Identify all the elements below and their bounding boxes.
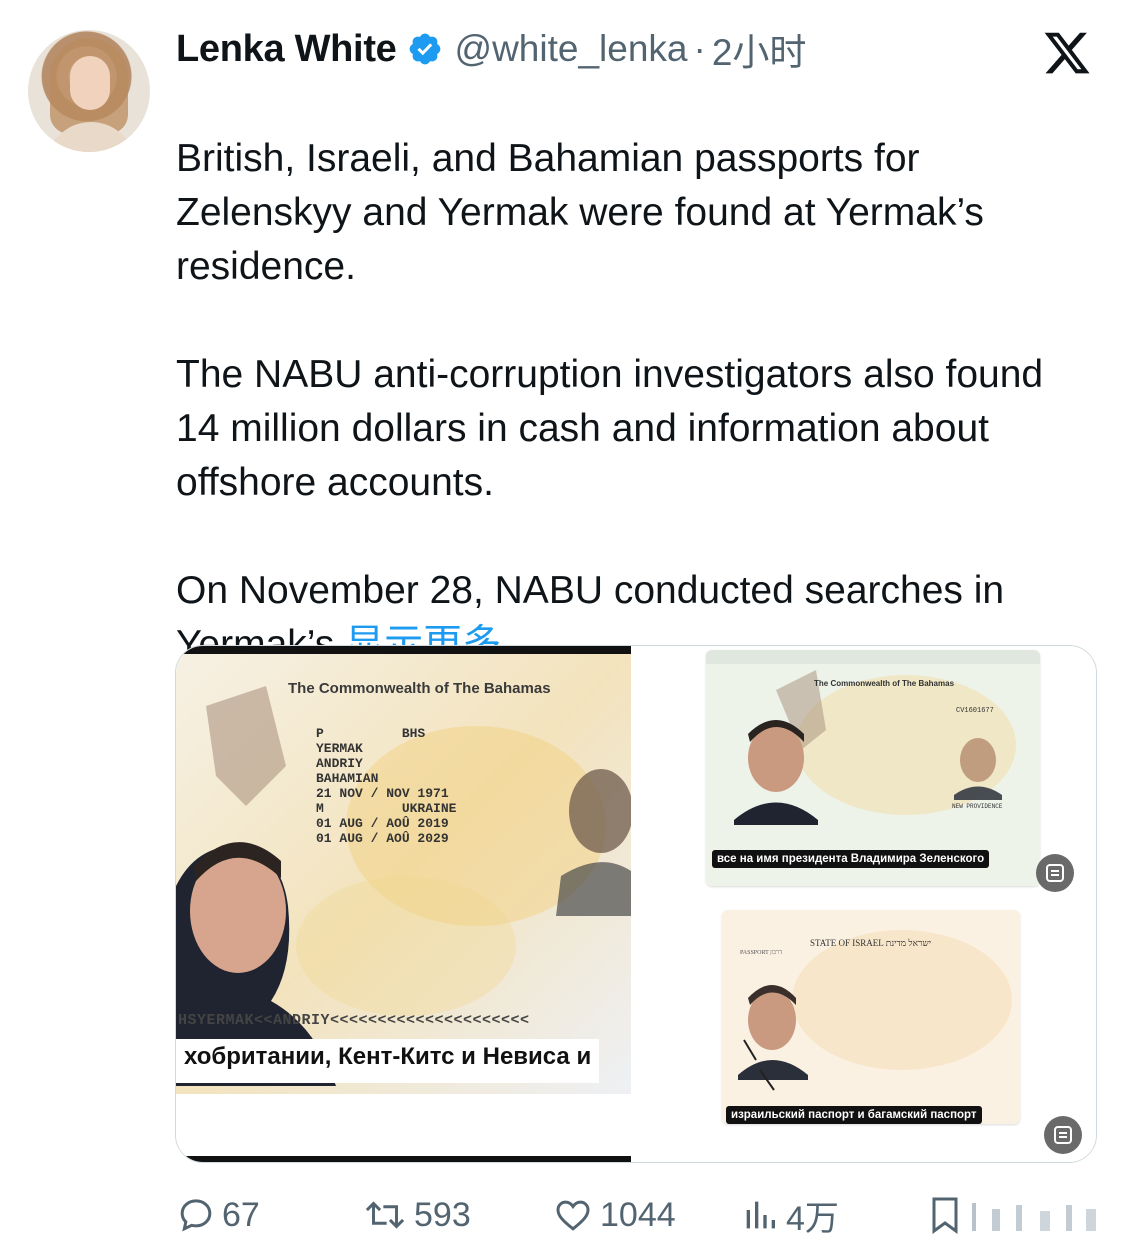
share-icon [972,1203,976,1231]
scan-glyph-icon [1046,864,1064,882]
tweet-timestamp[interactable]: 2小时 [712,22,807,76]
passport-mrz-left: HSYERMAK<<ANDRIY<<<<<<<<<<<<<<<<<<<<< [178,1012,530,1029]
media-image-left[interactable]: The Commonwealth of The Bahamas P BHS YE… [176,646,631,1162]
reply-icon [180,1199,212,1232]
bookmark-share-icons[interactable] [930,1195,1105,1235]
author-avatar[interactable] [28,30,150,152]
avatar-face [70,56,110,110]
passport-label-right-bottom: PASSPORT דרכון [740,950,782,956]
passport-title-right-bottom: STATE OF ISRAEL ישראל מדינת [810,938,931,948]
ukraine-flag-icon [176,89,224,121]
paragraph-1-text: British, Israeli, and Bahamian passports… [176,137,984,288]
israel-passport-thumbnail: STATE OF ISRAEL ישראל מדינת PASSPORT דרכ… [722,910,1020,1124]
video-caption-right-bottom: израильский паспорт и багамский паспорт [726,1106,982,1124]
video-caption-right-top: все на имя президента Владимира Зеленско… [712,850,990,868]
passport-number-right-top: CV1601677 [956,707,994,715]
media-image-right[interactable]: The Commonwealth of The Bahamas CV160167… [634,646,1096,1162]
passport-place-right-top: NEW PROVIDENCE [952,803,1003,810]
bahamas-passport-thumbnail: The Commonwealth of The Bahamas CV160167… [706,650,1040,886]
author-handle[interactable]: @white_lenka [455,28,688,70]
tweet-text: British, Israeli, and Bahamian passports… [176,78,1096,672]
israel-passport-graphic: STATE OF ISRAEL ישראל מדינת PASSPORT דרכ… [722,910,1020,1124]
author-name[interactable]: Lenka White [176,28,397,71]
tweet-media[interactable]: The Commonwealth of The Bahamas P BHS YE… [175,645,1097,1163]
like-button[interactable]: 1044 [552,1190,676,1240]
bahamas-passport-photo [176,646,631,1162]
verified-badge-icon [409,33,440,65]
tweet-header: Lenka White @white_lenka · 2小时 [176,24,806,74]
video-caption-left: хобритании, Кент-Китс и Невиса и [176,1039,600,1083]
x-logo-icon[interactable] [1040,28,1094,78]
passport-fields-left: P BHS YERMAK ANDRIY BAHAMIAN 21 NOV / NO… [316,726,457,846]
like-count: 1044 [600,1195,676,1234]
retweet-button[interactable]: 593 [362,1190,471,1240]
passport-title-left: The Commonwealth of The Bahamas [288,680,551,697]
tweet-paragraph-1 [176,78,1096,132]
reply-button[interactable]: 67 [176,1190,260,1240]
scan-text-icon-2[interactable] [1044,1116,1082,1154]
scan-glyph-icon [1054,1126,1072,1144]
separator-dot: · [693,28,706,69]
passport-title-right-top: The Commonwealth of The Bahamas [814,679,955,688]
views-count: 4万 [786,1199,839,1238]
retweet-count: 593 [414,1195,471,1234]
reply-count: 67 [222,1195,260,1234]
retweet-icon [365,1201,405,1229]
tweet-paragraph-2: The NABU anti-corruption investigators a… [176,353,1054,504]
scan-text-icon[interactable] [1036,854,1074,892]
heart-icon [556,1200,590,1231]
bookmark-icon [932,1197,958,1234]
views-icon [746,1201,775,1229]
views-button[interactable]: 4万 [740,1190,839,1240]
